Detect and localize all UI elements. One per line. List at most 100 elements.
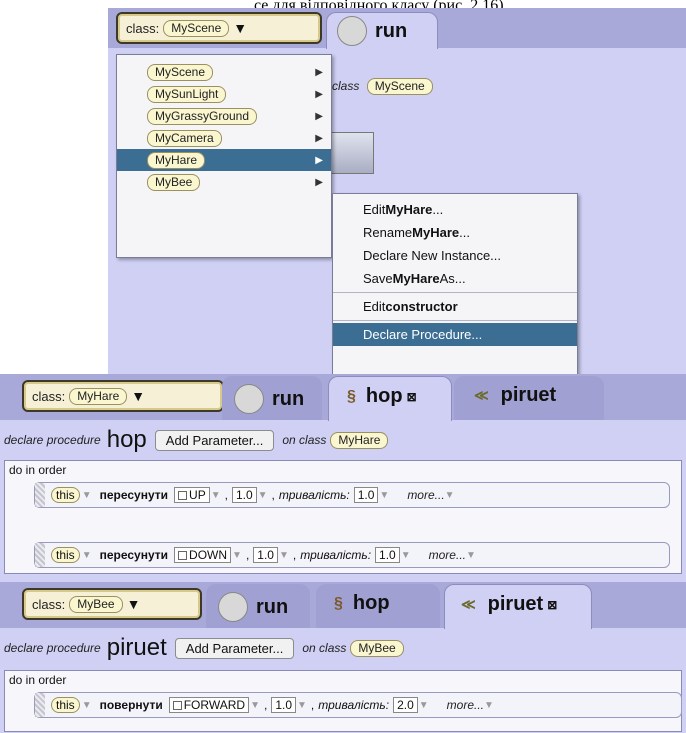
submenu-bold-text: MyHare [385, 202, 433, 217]
dropdown-arrow-icon[interactable]: ▼ [82, 490, 92, 501]
submenu-arrow-icon: ▶ [315, 176, 323, 188]
dropdown-arrow-icon[interactable]: ▼ [211, 490, 221, 501]
tab-run-label: run [375, 19, 408, 42]
submenu-text: ... [432, 202, 444, 217]
class-dropdown-menu: MyScene ▶ MySunLight ▶ MyGrassyGround ▶ … [116, 54, 332, 258]
submenu-edit-constructor[interactable]: Edit constructor [333, 295, 577, 318]
duration-label: тривалість: [278, 488, 350, 502]
arg-value: 1.0 [357, 488, 375, 502]
tab-run[interactable]: run [222, 376, 322, 420]
duration-label: тривалість: [300, 548, 372, 562]
menu-item-mysunlight[interactable]: MySunLight ▶ [117, 83, 331, 105]
more-button[interactable]: more... [429, 548, 466, 562]
drag-handle[interactable] [35, 483, 45, 507]
duration-arg[interactable]: 2.0 [393, 697, 418, 713]
dropdown-arrow-icon[interactable]: ▼ [232, 550, 242, 561]
declare-row: declare procedure hop Add Parameter... o… [4, 424, 389, 456]
direction-arg[interactable]: DOWN [174, 547, 232, 563]
add-parameter-button[interactable]: Add Parameter... [154, 429, 275, 451]
menu-item-mycamera[interactable]: MyCamera ▶ [117, 127, 331, 149]
tab-run-label: run [256, 595, 289, 618]
class-label: class: [126, 20, 160, 36]
class-selector-button[interactable]: class: MyHare ▼ [22, 380, 224, 412]
hare-icon: § [334, 594, 343, 612]
submenu-text: Declare New Instance... [363, 248, 502, 263]
tab-run[interactable]: run [326, 12, 438, 49]
tab-hop[interactable]: § hop ⊠ [328, 376, 452, 421]
submenu-edit-class[interactable]: Edit MyHare... [333, 198, 577, 221]
dropdown-arrow-icon[interactable]: ▼ [484, 700, 494, 711]
amount-arg[interactable]: 1.0 [231, 487, 257, 503]
dropdown-arrow-icon[interactable]: ▼ [82, 550, 92, 561]
dropdown-arrow-icon[interactable]: ▼ [279, 550, 289, 561]
method-name: пересунути [99, 488, 169, 502]
statement-row[interactable]: this ▼ пересунути UP ▼, 1.0 ▼, тривалість: … [34, 482, 670, 508]
submenu-bold-text: MyHare [412, 225, 460, 240]
do-in-order-label: do in order [9, 463, 67, 477]
close-icon[interactable]: ⊠ [547, 598, 557, 612]
method-name: повернути [99, 698, 163, 712]
duration-arg[interactable]: 1.0 [353, 487, 379, 503]
submenu-declare-instance[interactable]: Declare New Instance... [333, 244, 577, 267]
method-name: пересунути [99, 548, 169, 562]
class-type-pill: MyHare [69, 387, 128, 405]
dropdown-arrow-icon[interactable]: ▼ [250, 700, 260, 711]
tab-piruet[interactable]: ≪ piruet [454, 376, 604, 420]
tab-run[interactable]: run [206, 584, 310, 628]
dropdown-arrow-icon[interactable]: ▼ [82, 700, 92, 711]
close-icon[interactable]: ⊠ [407, 390, 417, 404]
dropdown-arrow-icon[interactable]: ▼ [401, 550, 411, 561]
on-class-pill: MyBee [350, 639, 404, 657]
procedure-name[interactable]: piruet [107, 634, 167, 662]
tab-hop-label: hop [365, 385, 403, 407]
arg-value: DOWN [189, 548, 228, 562]
submenu-arrow-icon: ▶ [315, 110, 323, 122]
statement-row[interactable]: this ▼ повернути FORWARD ▼, 1.0 ▼, триваліс… [34, 692, 682, 718]
menu-item-myscene[interactable]: MyScene ▶ [117, 61, 331, 83]
add-parameter-button[interactable]: Add Parameter... [174, 637, 295, 659]
class-selector-button[interactable]: class: MyScene ▼ [116, 12, 322, 44]
more-button[interactable]: more... [407, 488, 444, 502]
direction-arg[interactable]: UP [174, 487, 210, 503]
declare-row: declare procedure piruet Add Parameter..… [4, 632, 404, 664]
on-class-text: on class [302, 641, 347, 655]
procedure-name[interactable]: hop [107, 426, 147, 454]
amount-arg[interactable]: 1.0 [253, 547, 278, 563]
amount-arg[interactable]: 1.0 [271, 697, 296, 713]
drag-handle[interactable] [35, 543, 45, 567]
duration-arg[interactable]: 1.0 [375, 547, 400, 563]
menu-item-label: MyCamera [147, 129, 222, 147]
submenu-declare-procedure[interactable]: Declare Procedure... [333, 323, 577, 346]
dropdown-arrow-icon[interactable]: ▼ [419, 700, 429, 711]
direction-arg[interactable]: FORWARD [168, 697, 250, 713]
menu-item-mygrassyground[interactable]: MyGrassyGround ▶ [117, 105, 331, 127]
statement-row[interactable]: this ▼ пересунути DOWN ▼, 1.0 ▼, тривалість… [34, 542, 670, 568]
on-class-pill: MyHare [330, 431, 389, 449]
submenu-rename-class[interactable]: Rename MyHare... [333, 221, 577, 244]
bee-icon: ≪ [461, 596, 476, 612]
declare-text: declare procedure [4, 641, 101, 655]
more-button[interactable]: more... [447, 698, 484, 712]
editor-panel-bee: class: MyBee ▼ run § hop ≪ piruet ⊠ decl… [0, 582, 686, 733]
class-selector-button[interactable]: class: MyBee ▼ [22, 588, 202, 620]
dropdown-arrow-icon[interactable]: ▼ [445, 490, 455, 501]
tab-hop[interactable]: § hop [316, 584, 440, 628]
menu-item-mybee[interactable]: MyBee ▶ [117, 171, 331, 193]
tab-piruet[interactable]: ≪ piruet ⊠ [444, 584, 592, 629]
arg-value: 1.0 [257, 548, 274, 562]
dropdown-arrow-icon[interactable]: ▼ [297, 700, 307, 711]
submenu-divider [333, 320, 577, 321]
this-pill[interactable]: this [51, 697, 80, 713]
menu-item-myhare[interactable]: MyHare ▶ [117, 149, 331, 171]
drag-handle[interactable] [35, 693, 45, 717]
dropdown-arrow-icon[interactable]: ▼ [466, 550, 476, 561]
this-pill[interactable]: this [51, 547, 80, 563]
dropdown-arrow-icon[interactable]: ▼ [379, 490, 389, 501]
arg-value: FORWARD [183, 698, 246, 712]
direction-icon [178, 490, 188, 500]
submenu-save-as[interactable]: Save MyHare As... [333, 267, 577, 290]
arg-value: UP [189, 488, 206, 502]
arg-value: 2.0 [397, 698, 414, 712]
dropdown-arrow-icon[interactable]: ▼ [258, 490, 268, 501]
this-pill[interactable]: this [51, 487, 80, 503]
